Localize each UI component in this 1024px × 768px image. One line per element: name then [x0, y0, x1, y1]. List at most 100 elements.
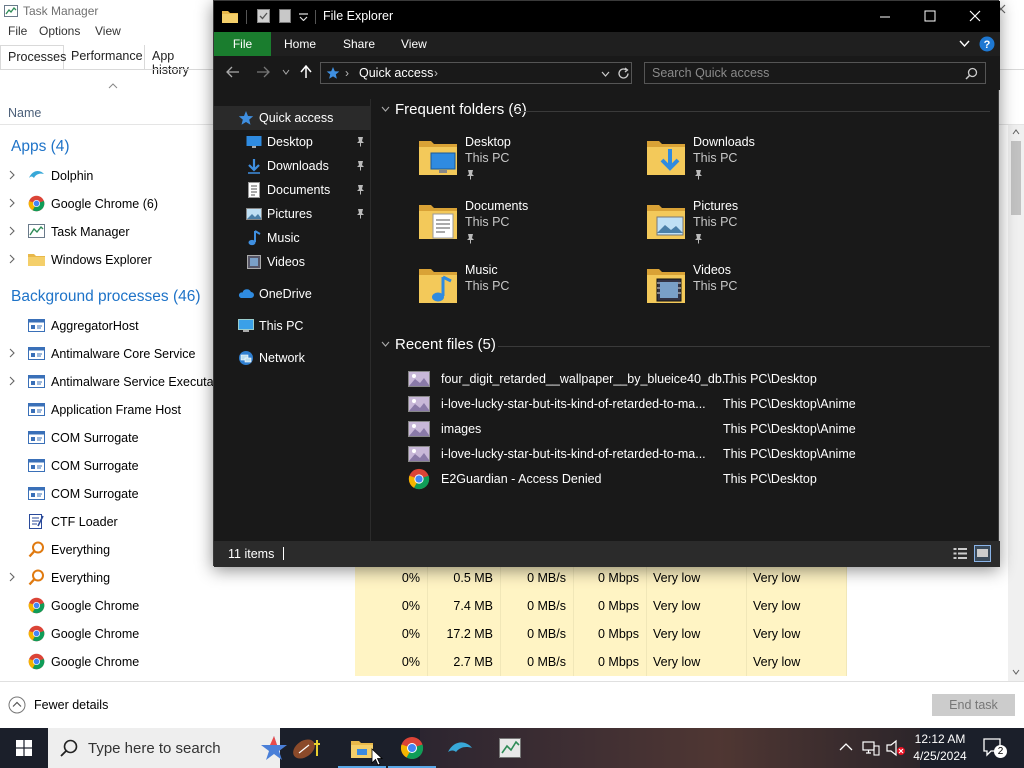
folder-tile[interactable]: Pictures This PC [645, 199, 855, 261]
column-header-name[interactable]: Name [8, 106, 41, 120]
folder-tile[interactable]: Desktop This PC [417, 135, 627, 197]
nav-item-label: Quick access [259, 111, 334, 125]
expand-chevron-icon[interactable] [8, 226, 16, 236]
nav-item-downloads[interactable]: Downloads [214, 154, 371, 178]
task-manager-icon [4, 5, 18, 17]
recent-file-row[interactable]: images This PC\Desktop\Anime [372, 417, 998, 442]
notifications-icon[interactable]: 2 [983, 738, 1007, 758]
help-icon[interactable]: ? [979, 36, 995, 52]
fewer-details-icon[interactable] [8, 696, 26, 714]
collapse-chevron-icon[interactable] [381, 341, 390, 347]
address-bar[interactable]: › Quick access › [320, 62, 632, 84]
chrome-icon [408, 468, 430, 490]
process-name: Google Chrome (6) [51, 197, 158, 211]
power-usage-value: Very low [647, 592, 747, 620]
back-arrow-icon[interactable] [226, 66, 240, 78]
recent-files-heading[interactable]: Recent files (5) [395, 336, 496, 353]
process-name: Everything [51, 571, 111, 585]
scrollbar-thumb[interactable] [1011, 141, 1021, 215]
nav-item-pictures[interactable]: Pictures [214, 202, 371, 226]
tab-app-history[interactable]: App history [145, 45, 215, 77]
file-explorer-taskbar-icon[interactable] [338, 728, 386, 768]
process-row[interactable]: Google Chrome 0% 2.7 MB 0 MB/s 0 Mbps Very lo… [0, 648, 1008, 676]
expand-chevron-icon[interactable] [8, 198, 16, 208]
properties-icon[interactable] [257, 9, 270, 23]
menu-view[interactable]: View [95, 24, 121, 38]
folder-tile[interactable]: Music This PC [417, 263, 627, 325]
task-manager-taskbar-icon[interactable] [486, 728, 534, 768]
process-name: AggregatorHost [51, 319, 139, 333]
address-dropdown-icon[interactable] [601, 71, 610, 77]
ribbon-tab-share[interactable]: Share [343, 32, 375, 56]
frequent-folders-heading[interactable]: Frequent folders (6) [395, 101, 527, 118]
show-hidden-icons-chevron-icon[interactable] [839, 742, 853, 752]
customize-toolbar-icon[interactable] [299, 13, 308, 21]
collapse-chevron-icon[interactable] [381, 106, 390, 112]
clock-time[interactable]: 12:12 AM [913, 732, 967, 746]
minimize-button[interactable] [879, 11, 891, 23]
close-button[interactable] [969, 10, 981, 22]
folder-tile[interactable]: Videos This PC [645, 263, 855, 325]
process-row[interactable]: Google Chrome 0% 17.2 MB 0 MB/s 0 Mbps Very l… [0, 620, 1008, 648]
start-button[interactable] [0, 728, 48, 768]
clock-date[interactable]: 4/25/2024 [913, 749, 967, 763]
nav-item-label: This PC [259, 319, 304, 333]
nav-item-network[interactable]: Network [214, 346, 371, 370]
ribbon-tab-view[interactable]: View [401, 32, 427, 56]
nav-item-music[interactable]: Music [214, 226, 371, 250]
menu-options[interactable]: Options [39, 24, 80, 38]
chrome-taskbar-icon[interactable] [388, 728, 436, 768]
breadcrumb-quick-access[interactable]: Quick access [359, 66, 433, 80]
end-task-button[interactable]: End task [932, 694, 1015, 716]
menu-file[interactable]: File [8, 24, 27, 38]
nav-item-quick-access[interactable]: Quick access [214, 106, 371, 130]
desktop-icon [246, 134, 262, 150]
expand-chevron-icon[interactable] [8, 376, 16, 386]
football-app-icon[interactable] [282, 728, 330, 768]
dolphin-taskbar-icon[interactable] [436, 728, 484, 768]
forward-arrow-icon[interactable] [256, 66, 270, 78]
large-icons-view-icon[interactable] [974, 545, 991, 562]
process-row[interactable]: Everything 0% 0.5 MB 0 MB/s 0 Mbps Very low Ve… [0, 564, 1008, 592]
sort-up-icon[interactable] [108, 82, 118, 90]
chrome-icon [28, 653, 45, 670]
fewer-details-link[interactable]: Fewer details [34, 698, 108, 712]
folder-tile[interactable]: Downloads This PC [645, 135, 855, 197]
folder-tile[interactable]: Documents This PC [417, 199, 627, 261]
network-tray-icon[interactable] [862, 740, 880, 756]
ribbon-tab-home[interactable]: Home [284, 32, 316, 56]
refresh-icon[interactable] [617, 67, 630, 80]
expand-ribbon-icon[interactable] [959, 40, 970, 48]
power-trend-value: Very low [747, 564, 847, 592]
recent-file-row[interactable]: i-love-lucky-star-but-its-kind-of-retard… [372, 442, 998, 467]
nav-item-this-pc[interactable]: This PC [214, 314, 371, 338]
taskbar-search-box[interactable]: Type here to search [48, 728, 287, 768]
up-arrow-icon[interactable] [300, 65, 312, 79]
nav-item-desktop[interactable]: Desktop [214, 130, 371, 154]
expand-chevron-icon[interactable] [8, 572, 16, 582]
recent-file-row[interactable]: i-love-lucky-star-but-its-kind-of-retard… [372, 392, 998, 417]
search-input[interactable]: Search Quick access [644, 62, 986, 84]
tab-processes[interactable]: Processes [0, 45, 66, 69]
maximize-button[interactable] [924, 10, 936, 22]
recent-file-row[interactable]: four_digit_retarded__wallpaper__by_bluei… [372, 367, 998, 392]
new-folder-icon[interactable] [279, 9, 291, 23]
details-view-icon[interactable] [953, 547, 968, 560]
ribbon-tab-file[interactable]: File [214, 32, 271, 56]
process-row[interactable]: Google Chrome 0% 7.4 MB 0 MB/s 0 Mbps Very lo… [0, 592, 1008, 620]
nav-item-videos[interactable]: Videos [214, 250, 371, 274]
expand-chevron-icon[interactable] [8, 170, 16, 180]
vertical-scrollbar[interactable] [1008, 125, 1024, 681]
volume-muted-icon[interactable] [886, 739, 906, 757]
tab-performance[interactable]: Performance [64, 45, 145, 69]
recent-file-row[interactable]: E2Guardian - Access Denied This PC\Deskto… [372, 467, 998, 492]
nav-item-onedrive[interactable]: OneDrive [214, 282, 371, 306]
recent-file-path: This PC\Desktop\Anime [723, 447, 856, 461]
expand-chevron-icon[interactable] [8, 348, 16, 358]
pin-icon [355, 136, 366, 147]
search-icon[interactable] [965, 67, 978, 80]
recent-locations-icon[interactable] [282, 69, 290, 75]
nav-item-documents[interactable]: Documents [214, 178, 371, 202]
explorer-title-bar[interactable]: File Explorer [214, 1, 1000, 32]
expand-chevron-icon[interactable] [8, 254, 16, 264]
